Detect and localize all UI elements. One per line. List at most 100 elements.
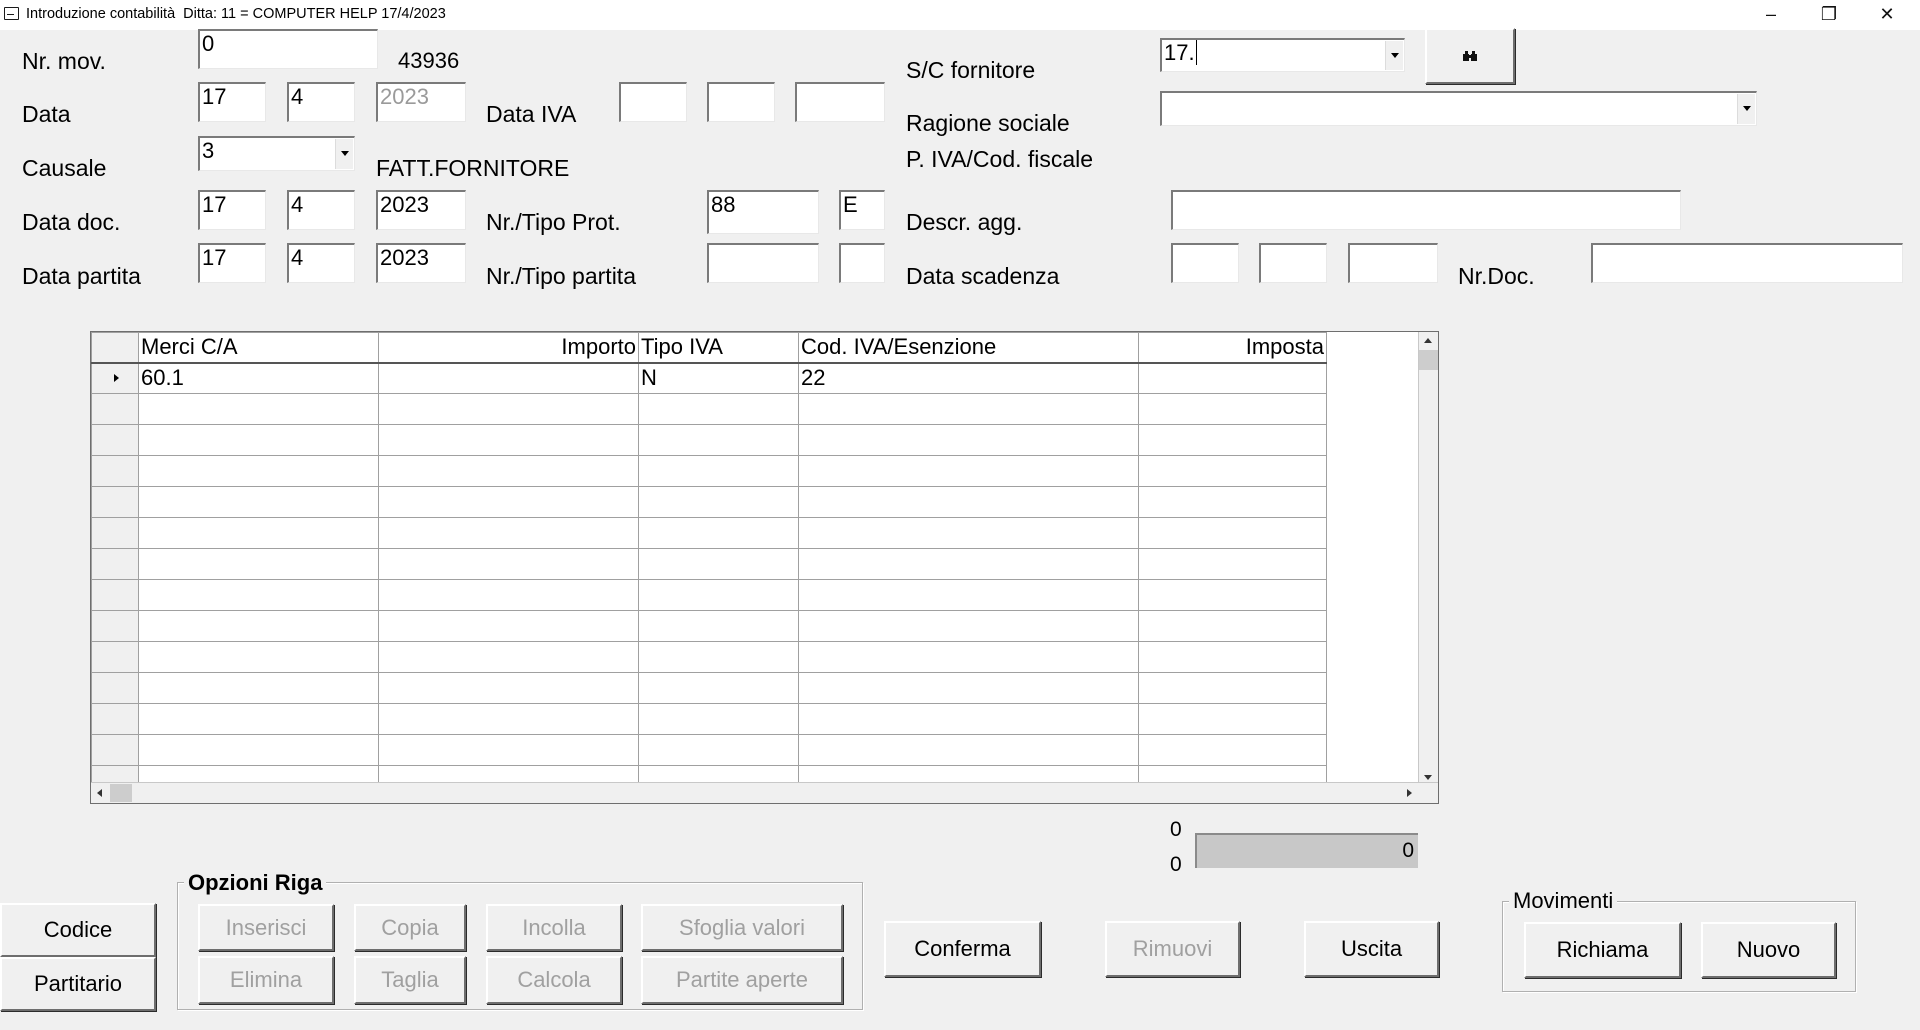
cell-cod-iva[interactable] [798,548,1139,580]
descr-agg-field[interactable] [1171,190,1681,230]
data-iva-month-field[interactable] [707,82,775,122]
data-scadenza-year-field[interactable] [1348,243,1438,283]
data-scadenza-month-field[interactable] [1259,243,1327,283]
cell-importo[interactable] [378,734,639,766]
partitario-button[interactable]: Partitario [0,957,156,1011]
grid-row[interactable] [91,579,1327,611]
tipo-partita-field[interactable] [839,243,885,283]
row-header[interactable] [91,579,139,611]
scroll-thumb[interactable] [1419,350,1438,370]
cell-imposta[interactable] [1138,610,1327,642]
taglia-button[interactable]: Taglia [354,956,466,1004]
data-doc-year-field[interactable]: 2023 [376,190,466,230]
partite-aperte-button[interactable]: Partite aperte [641,956,843,1004]
cell-importo[interactable] [378,517,639,549]
cell-importo[interactable] [378,486,639,518]
grid-row[interactable] [91,486,1327,518]
grid-row[interactable]: 60.1 N 22 [91,362,1327,394]
cell-cod-iva[interactable] [798,610,1139,642]
cell-importo[interactable] [378,579,639,611]
sfoglia-valori-button[interactable]: Sfoglia valori [641,904,843,951]
cell-importo[interactable] [378,455,639,487]
data-iva-day-field[interactable] [619,82,687,122]
close-icon[interactable]: ✕ [1858,0,1916,30]
incolla-button[interactable]: Incolla [486,904,622,951]
cell-imposta[interactable] [1138,579,1327,611]
grid-row[interactable] [91,548,1327,580]
sc-fornitore-combo[interactable]: 17. [1160,38,1405,72]
cell-cod-iva[interactable] [798,703,1139,735]
grid-row[interactable] [91,393,1327,425]
cell-tipo-iva[interactable] [638,486,799,518]
cell-cod-iva[interactable] [798,734,1139,766]
scroll-right-icon[interactable] [1407,789,1412,797]
cell-tipo-iva[interactable] [638,424,799,456]
cell-merci-ca[interactable]: 60.1 [138,362,379,394]
cell-importo[interactable] [378,672,639,704]
row-header[interactable] [91,672,139,704]
cell-cod-iva[interactable] [798,393,1139,425]
cell-merci-ca[interactable] [138,734,379,766]
cell-tipo-iva[interactable] [638,455,799,487]
cell-importo[interactable] [378,393,639,425]
cell-merci-ca[interactable] [138,579,379,611]
minimize-icon[interactable]: – [1742,0,1800,30]
row-header[interactable] [91,517,139,549]
cell-importo[interactable] [378,703,639,735]
cell-imposta[interactable] [1138,703,1327,735]
cell-merci-ca[interactable] [138,610,379,642]
data-partita-year-field[interactable]: 2023 [376,243,466,283]
cell-tipo-iva[interactable] [638,734,799,766]
cell-tipo-iva[interactable] [638,641,799,673]
cell-importo[interactable] [378,548,639,580]
cell-imposta[interactable] [1138,672,1327,704]
cell-merci-ca[interactable] [138,548,379,580]
scroll-down-icon[interactable] [1424,775,1432,780]
col-importo[interactable]: Importo [378,332,639,364]
cell-importo[interactable] [378,641,639,673]
grid-row[interactable] [91,641,1327,673]
cell-importo[interactable] [378,610,639,642]
row-header[interactable] [91,703,139,735]
cell-imposta[interactable] [1138,362,1327,394]
data-partita-month-field[interactable]: 4 [287,243,355,283]
grid-row[interactable] [91,517,1327,549]
cell-tipo-iva[interactable] [638,548,799,580]
chevron-down-icon[interactable] [335,139,353,169]
cell-imposta[interactable] [1138,455,1327,487]
row-header[interactable] [91,362,139,394]
cell-cod-iva[interactable] [798,579,1139,611]
inserisci-button[interactable]: Inserisci [198,904,334,951]
nr-partita-field[interactable] [707,243,819,283]
cell-importo[interactable] [378,362,639,394]
cell-cod-iva[interactable] [798,424,1139,456]
grid-row[interactable] [91,672,1327,704]
cell-cod-iva[interactable] [798,455,1139,487]
cell-cod-iva[interactable] [798,486,1139,518]
col-tipo-iva[interactable]: Tipo IVA [638,332,799,364]
cell-tipo-iva[interactable] [638,703,799,735]
grid-row[interactable] [91,610,1327,642]
cell-imposta[interactable] [1138,641,1327,673]
chevron-down-icon[interactable] [1385,41,1403,70]
cell-imposta[interactable] [1138,548,1327,580]
cell-imposta[interactable] [1138,517,1327,549]
data-doc-month-field[interactable]: 4 [287,190,355,230]
copia-button[interactable]: Copia [354,904,466,951]
data-doc-day-field[interactable]: 17 [198,190,266,230]
grid-row[interactable] [91,424,1327,456]
row-header[interactable] [91,548,139,580]
row-header[interactable] [91,641,139,673]
ragione-sociale-combo[interactable] [1160,91,1757,126]
cell-imposta[interactable] [1138,734,1327,766]
cell-importo[interactable] [378,424,639,456]
row-header[interactable] [91,610,139,642]
tipo-prot-field[interactable]: E [839,190,885,230]
row-header[interactable] [91,424,139,456]
cell-merci-ca[interactable] [138,486,379,518]
codice-button[interactable]: Codice [0,903,156,957]
grid-row[interactable] [91,455,1327,487]
row-header[interactable] [91,455,139,487]
cell-imposta[interactable] [1138,393,1327,425]
rimuovi-button[interactable]: Rimuovi [1105,921,1240,977]
